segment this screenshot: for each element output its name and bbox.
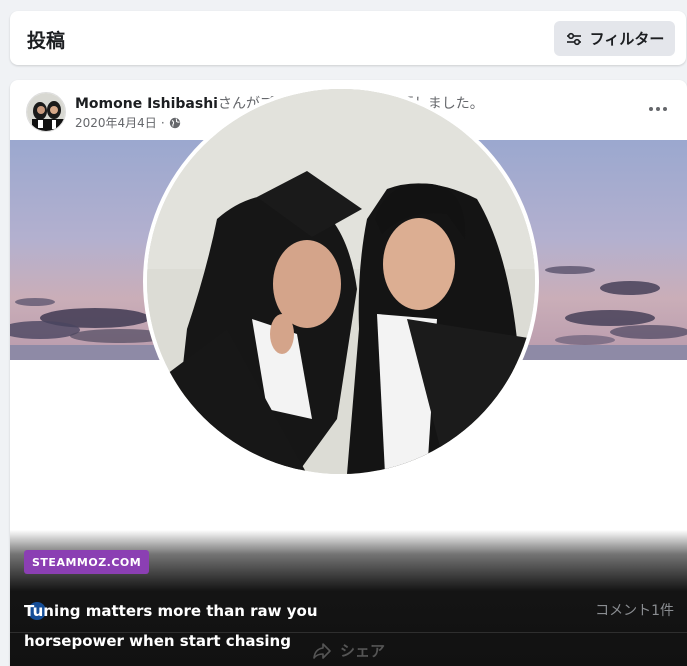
- more-options-icon: [649, 107, 653, 111]
- more-options-button[interactable]: [645, 98, 671, 120]
- overlay-headline: Tuning matters more than raw you horsepo…: [24, 602, 318, 650]
- posts-header: 投稿 フィルター: [10, 11, 686, 65]
- globe-icon: [169, 117, 180, 128]
- meta-separator: ·: [160, 115, 165, 130]
- filter-sliders-icon: [566, 32, 581, 45]
- post-meta: 2020年4月4日 ·: [75, 114, 181, 131]
- avatar[interactable]: [26, 92, 66, 132]
- filter-button[interactable]: フィルター: [554, 21, 675, 56]
- comment-count[interactable]: コメント1件: [595, 600, 674, 620]
- page-title: 投稿: [27, 30, 66, 52]
- filter-button-label: フィルター: [589, 30, 665, 48]
- profile-photo[interactable]: [143, 85, 539, 478]
- page: 投稿 フィルター Momone Ishibashi 2020年4月4日 · コメ…: [0, 0, 687, 666]
- share-label: シェア: [340, 642, 386, 660]
- author-name[interactable]: Momone Ishibashi: [75, 96, 218, 112]
- site-badge: STEAMMOZ.COM: [24, 550, 150, 574]
- post-date[interactable]: 2020年4月4日: [75, 114, 157, 131]
